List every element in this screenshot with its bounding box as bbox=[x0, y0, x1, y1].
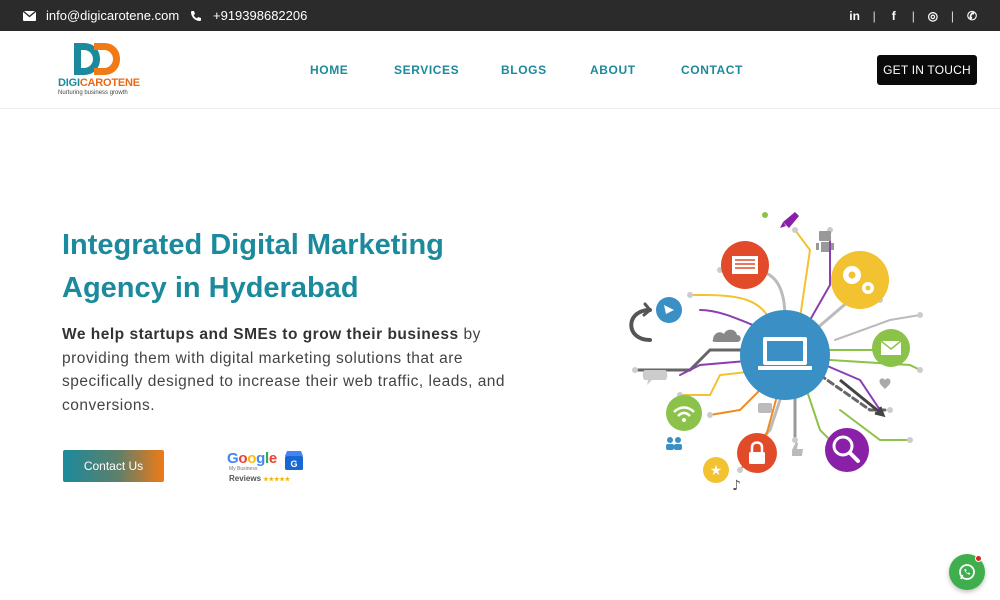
whatsapp-chat-button[interactable] bbox=[949, 554, 985, 590]
nav-about[interactable]: ABOUT bbox=[590, 63, 636, 77]
site-header: DIGICAROTENE Nurturing business growth H… bbox=[0, 31, 1000, 109]
social-links: in | f | ◎ | ✆ bbox=[847, 0, 980, 31]
email-text[interactable]: info@digicarotene.com bbox=[46, 8, 179, 23]
top-bar: info@digicarotene.com +919398682206 in |… bbox=[0, 0, 1000, 31]
robot-icon bbox=[816, 231, 834, 252]
separator: | bbox=[872, 8, 876, 23]
email-contact[interactable]: info@digicarotene.com bbox=[22, 0, 179, 31]
cloud-icon bbox=[712, 329, 741, 342]
logo-tagline: Nurturing business growth bbox=[58, 90, 128, 96]
nav-home[interactable]: HOME bbox=[310, 63, 348, 77]
logo[interactable]: DIGICAROTENE Nurturing business growth bbox=[58, 41, 140, 101]
linkedin-icon[interactable]: in bbox=[847, 8, 863, 24]
nav-contact[interactable]: CONTACT bbox=[681, 63, 743, 77]
phone-text[interactable]: +919398682206 bbox=[213, 8, 307, 23]
logo-word-carotene: CAROTENE bbox=[79, 77, 140, 89]
instagram-icon[interactable]: ◎ bbox=[925, 8, 941, 24]
whatsapp-icon[interactable]: ✆ bbox=[964, 8, 980, 24]
camera-icon bbox=[758, 403, 772, 413]
contact-us-button[interactable]: Contact Us bbox=[63, 450, 164, 482]
google-wordmark: Google bbox=[227, 450, 277, 467]
nav-services[interactable]: SERVICES bbox=[394, 63, 459, 77]
digital-marketing-illustration: ★ ♪ bbox=[629, 212, 923, 494]
hero-description-bold: We help startups and SMEs to grow their … bbox=[62, 326, 459, 343]
logo-mark-icon bbox=[74, 43, 120, 75]
google-reviews-text: Reviews bbox=[229, 474, 262, 483]
notification-dot bbox=[975, 555, 982, 562]
hero-description: We help startups and SMEs to grow their … bbox=[62, 323, 522, 417]
phone-icon bbox=[189, 9, 203, 23]
google-my-business-icon: G bbox=[285, 451, 303, 470]
logo-wordmark: DIGICAROTENE bbox=[58, 77, 140, 89]
google-reviews-label: Reviews ★★★★★ bbox=[229, 474, 290, 483]
heart-icon bbox=[879, 378, 891, 389]
rating-stars: ★★★★★ bbox=[263, 477, 291, 483]
thumbs-up-icon bbox=[792, 442, 803, 456]
hero-title-line2: Agency in Hyderabad bbox=[62, 272, 359, 304]
svg-text:G: G bbox=[290, 459, 297, 469]
gears-icon bbox=[831, 251, 889, 309]
arrow-icon bbox=[839, 378, 886, 418]
whatsapp-icon bbox=[959, 564, 975, 580]
separator: | bbox=[911, 8, 915, 23]
google-reviews-badge[interactable]: Google My Business Reviews ★★★★★ G bbox=[227, 450, 307, 484]
hero-title-line1: Integrated Digital Marketing bbox=[62, 229, 444, 261]
separator: | bbox=[950, 8, 954, 23]
get-in-touch-button[interactable]: GET IN TOUCH bbox=[877, 55, 977, 85]
music-note-icon: ♪ bbox=[732, 478, 741, 494]
facebook-icon[interactable]: f bbox=[886, 8, 902, 24]
google-sub-label: My Business bbox=[229, 466, 258, 472]
chat-bubble-icon bbox=[642, 370, 668, 385]
nav-blogs[interactable]: BLOGS bbox=[501, 63, 547, 77]
svg-text:★: ★ bbox=[710, 463, 723, 479]
rocket-icon bbox=[780, 212, 799, 228]
logo-word-digi: DIGI bbox=[58, 77, 80, 89]
people-icon bbox=[666, 437, 682, 450]
phone-contact[interactable]: +919398682206 bbox=[189, 0, 307, 31]
envelope-icon bbox=[22, 9, 36, 23]
search-magnifier-icon bbox=[825, 428, 869, 472]
hero-title: Integrated Digital Marketing Agency in H… bbox=[62, 224, 542, 310]
